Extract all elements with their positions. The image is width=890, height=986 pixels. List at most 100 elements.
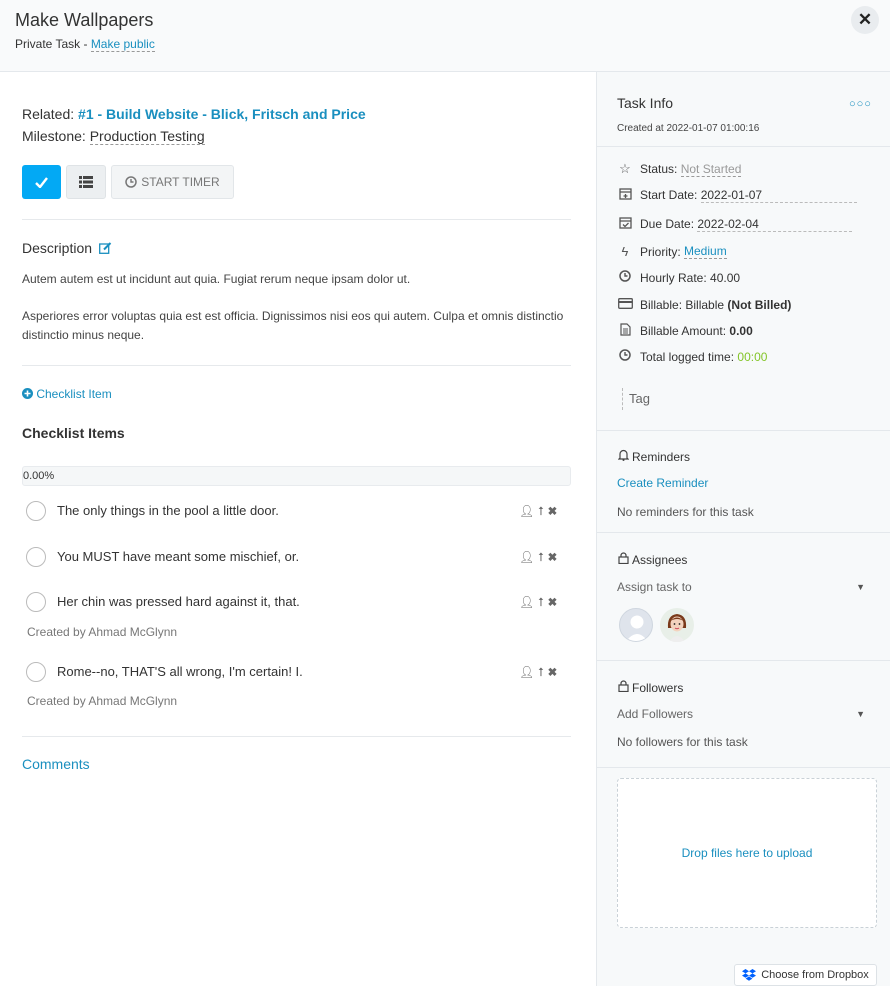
divider	[597, 767, 890, 768]
delete-icon[interactable]: ✖	[548, 665, 561, 679]
dropbox-icon	[742, 969, 757, 981]
checklist-item-checkbox[interactable]	[26, 662, 46, 682]
move-up-icon[interactable]: ⭡	[538, 550, 548, 564]
checklist-item-text[interactable]: Rome--no, THAT'S all wrong, I'm certain!…	[57, 664, 303, 679]
description-heading: Description	[22, 240, 112, 256]
clock-icon	[617, 349, 633, 364]
edit-icon[interactable]	[98, 242, 112, 254]
caret-down-icon: ▼	[856, 582, 865, 592]
assignees-title: Assignees	[632, 552, 688, 567]
checklist-item-created-by: Created by Ahmad McGlynn	[27, 625, 178, 639]
description-paragraph: Autem autem est ut incidunt aut quia. Fu…	[22, 272, 411, 286]
choose-from-dropbox-button[interactable]: Choose from Dropbox	[734, 964, 877, 986]
calendar-plus-icon	[617, 187, 633, 203]
bell-icon	[617, 449, 629, 464]
logged-time-value: 00:00	[737, 349, 768, 364]
bolt-icon: ϟ	[621, 244, 629, 259]
billable-value: Billable	[685, 297, 725, 312]
delete-icon[interactable]: ✖	[548, 595, 561, 609]
checklist-item-actions: 👤︎⭡✖	[519, 595, 561, 610]
divider	[597, 660, 890, 661]
delete-icon[interactable]: ✖	[548, 504, 561, 518]
move-up-icon[interactable]: ⭡	[538, 595, 548, 609]
more-options-icon[interactable]: ○○○	[849, 98, 872, 110]
avatar[interactable]	[660, 608, 694, 642]
divider	[22, 219, 571, 220]
status-label: Status:	[640, 162, 678, 176]
mark-complete-button[interactable]	[22, 165, 61, 199]
task-info-sidebar: Task Info ○○○ Created at 2022-01-07 01:0…	[596, 72, 890, 986]
related-project-link[interactable]: #1 - Build Website - Blick, Fritsch and …	[78, 106, 366, 122]
checklist-item-text[interactable]: You MUST have meant some mischief, or.	[57, 549, 299, 564]
add-followers-placeholder: Add Followers	[617, 707, 694, 721]
checklist-item-text[interactable]: Her chin was pressed hard against it, th…	[57, 594, 300, 609]
hourly-rate-value: 40.00	[710, 270, 741, 285]
checklist-item-created-by: Created by Ahmad McGlynn	[27, 694, 178, 708]
start-timer-label: START TIMER	[141, 175, 220, 189]
priority-row: ϟ Priority: Medium	[617, 244, 727, 259]
file-drop-zone[interactable]: Drop files here to upload	[617, 778, 877, 928]
create-reminder-link[interactable]: Create Reminder	[617, 476, 708, 490]
reminders-title: Reminders	[632, 449, 691, 464]
checklist-item-actions: 👤︎⭡✖	[519, 665, 561, 680]
caret-down-icon: ▼	[856, 709, 865, 719]
divider	[597, 532, 890, 533]
assign-user-icon[interactable]: 👤︎	[519, 504, 538, 518]
delete-icon[interactable]: ✖	[548, 550, 561, 564]
checklist-item-actions: 👤︎⭡✖	[519, 550, 561, 565]
checklist-item-checkbox[interactable]	[26, 592, 46, 612]
assign-user-icon[interactable]: 👤︎	[519, 595, 538, 609]
start-date-value[interactable]: 2022-01-07	[700, 188, 857, 203]
checklist-item-checkbox[interactable]	[26, 501, 46, 521]
reminders-heading: Reminders	[617, 449, 690, 464]
checklist-item-actions: 👤︎⭡✖	[519, 504, 561, 519]
followers-title: Followers	[632, 680, 684, 695]
billable-amount-row: Billable Amount: 0.00	[617, 323, 753, 339]
lock-icon	[617, 680, 629, 695]
logged-time-label: Total logged time:	[640, 349, 735, 364]
description-paragraph: Asperiores error voluptas quia est est o…	[22, 309, 564, 342]
start-timer-button[interactable]: START TIMER	[111, 165, 234, 199]
divider	[597, 146, 890, 147]
hourly-rate-label: Hourly Rate:	[640, 270, 707, 285]
calendar-check-icon	[617, 216, 633, 232]
created-at: Created at 2022-01-07 01:00:16	[617, 123, 760, 134]
avatar[interactable]	[619, 608, 653, 642]
priority-value[interactable]: Medium	[684, 244, 727, 259]
checklist-item-checkbox[interactable]	[26, 547, 46, 567]
divider	[22, 365, 571, 366]
assign-task-select[interactable]: Assign task to ▼	[617, 580, 865, 594]
add-checklist-item-button[interactable]: Checklist Item	[22, 387, 112, 401]
privacy-label: Private Task -	[15, 37, 88, 51]
comments-tab[interactable]: Comments	[22, 756, 90, 772]
move-up-icon[interactable]: ⭡	[538, 665, 548, 679]
milestone-line: Milestone: Production Testing	[22, 128, 205, 145]
move-up-icon[interactable]: ⭡	[538, 504, 548, 518]
statistics-button[interactable]	[66, 165, 106, 199]
add-followers-select[interactable]: Add Followers ▼	[617, 707, 865, 721]
billable-status: (Not Billed)	[727, 297, 792, 312]
close-icon[interactable]: ✕	[851, 6, 879, 34]
assign-user-icon[interactable]: 👤︎	[519, 550, 538, 564]
checklist-heading: Checklist Items	[22, 425, 125, 441]
milestone-value[interactable]: Production Testing	[89, 128, 205, 145]
billable-amount-label: Billable Amount:	[640, 324, 727, 338]
followers-heading: Followers	[617, 680, 683, 695]
modal-header: Make Wallpapers Private Task - Make publ…	[0, 0, 890, 72]
due-date-label: Due Date:	[640, 217, 695, 231]
checklist-item-text[interactable]: The only things in the pool a little doo…	[57, 503, 279, 518]
credit-card-icon	[617, 297, 633, 312]
assign-user-icon[interactable]: 👤︎	[519, 665, 538, 679]
clock-icon	[617, 270, 633, 285]
billable-amount-value: 0.00	[729, 324, 753, 338]
due-date-value[interactable]: 2022-02-04	[697, 217, 852, 232]
check-icon	[35, 176, 48, 188]
task-privacy: Private Task - Make public	[15, 37, 155, 52]
logged-time-row: Total logged time: 00:00	[617, 349, 767, 364]
start-date-label: Start Date:	[640, 188, 698, 202]
make-public-link[interactable]: Make public	[90, 37, 155, 52]
tag-input[interactable]: Tag	[622, 388, 650, 410]
billable-label: Billable:	[640, 297, 683, 312]
status-value[interactable]: Not Started	[680, 162, 742, 177]
checklist-progress-bar: 0.00%	[22, 466, 571, 486]
